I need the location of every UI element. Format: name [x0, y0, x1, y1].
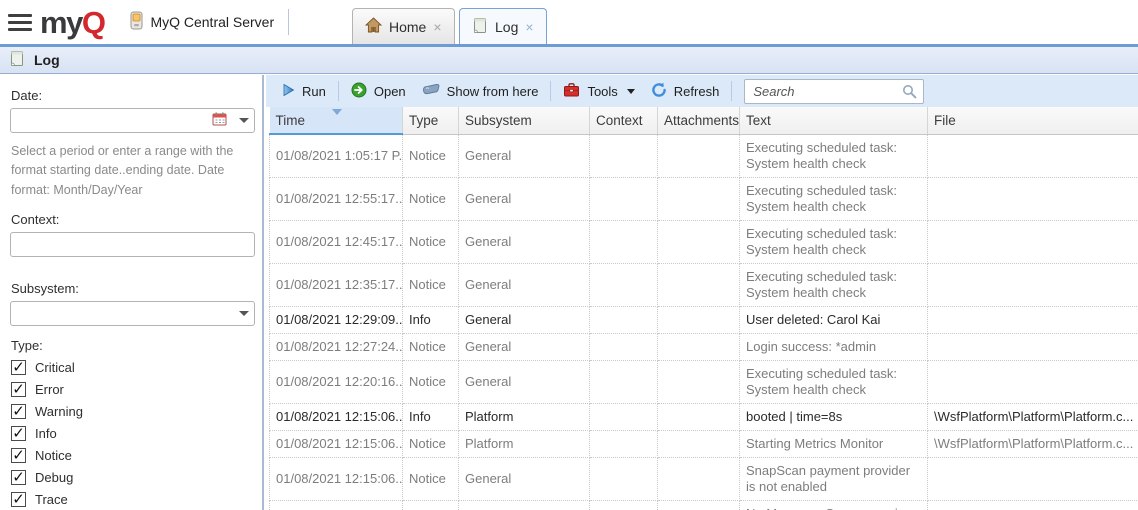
search-input[interactable]	[744, 79, 924, 104]
table-row[interactable]: 01/08/2021 12:15:06...InfoPlatformbooted…	[270, 403, 1138, 430]
topbar-divider	[288, 9, 289, 35]
close-icon[interactable]: ×	[525, 20, 533, 34]
date-help-text: Select a period or enter a range with th…	[11, 142, 253, 200]
sort-desc-icon	[332, 109, 342, 115]
filter-panel: Date: Select a period or enter a range w…	[0, 75, 264, 510]
toolbar-separator	[338, 81, 339, 101]
run-button[interactable]: Run	[274, 80, 334, 103]
type-option-warning[interactable]: ✓ Warning	[11, 404, 252, 419]
open-button[interactable]: Open	[343, 79, 414, 104]
checkbox-checked[interactable]: ✓	[11, 492, 26, 507]
show-from-here-button[interactable]: Show from here	[414, 80, 547, 102]
server-icon	[130, 11, 143, 33]
checkbox-checked[interactable]: ✓	[11, 404, 26, 419]
checkbox-checked[interactable]: ✓	[11, 470, 26, 485]
column-header-subsystem[interactable]: Subsystem	[459, 107, 590, 134]
table-row[interactable]: 01/08/2021 1:05:17 P...NoticeGeneralExec…	[270, 134, 1138, 177]
type-option-info[interactable]: ✓ Info	[11, 426, 252, 441]
column-header-attachments[interactable]: Attachments	[658, 107, 740, 134]
toolbar-separator	[731, 81, 732, 101]
tab-home[interactable]: Home ×	[352, 8, 455, 44]
checkbox-checked[interactable]: ✓	[11, 448, 26, 463]
server-name-label: MyQ Central Server	[150, 14, 274, 30]
context-input[interactable]	[10, 232, 255, 257]
tab-home-label: Home	[389, 19, 426, 35]
page-title: Log	[34, 52, 60, 68]
type-checkbox-list: ✓ Critical ✓ Error ✓ Warning ✓ Info ✓ No…	[10, 360, 252, 507]
page-title-bar: Log	[0, 47, 1138, 74]
column-header-text[interactable]: Text	[740, 107, 928, 134]
table-header-row: Time Type Subsystem Context Attachments …	[270, 107, 1138, 134]
toolbox-icon	[563, 82, 580, 100]
close-icon[interactable]: ×	[433, 20, 441, 34]
top-bar: myQ MyQ Central Server Home × Log ×	[0, 0, 1138, 44]
date-label: Date:	[11, 88, 252, 103]
table-row[interactable]: 01/08/2021 12:35:17...NoticeGeneralExecu…	[270, 263, 1138, 306]
log-main-area: Run Open Show from here Tools	[266, 75, 1138, 510]
type-label: Type:	[11, 338, 252, 353]
menu-icon[interactable]	[8, 14, 32, 31]
tools-button[interactable]: Tools	[555, 79, 642, 103]
table-row[interactable]: 01/08/2021 12:55:17...NoticeGeneralExecu…	[270, 177, 1138, 220]
log-page-icon	[472, 17, 488, 37]
log-table: Time Type Subsystem Context Attachments …	[269, 107, 1138, 510]
server-chip: MyQ Central Server	[130, 11, 274, 33]
tab-log-label: Log	[495, 19, 518, 35]
calendar-icon[interactable]	[212, 112, 227, 129]
chevron-down-icon	[627, 89, 635, 94]
column-header-type[interactable]: Type	[403, 107, 459, 134]
table-row[interactable]: 01/08/2021 12:20:16...NoticeGeneralExecu…	[270, 360, 1138, 403]
table-row[interactable]: 01/08/2021 12:29:09...InfoGeneralUser de…	[270, 306, 1138, 333]
table-row[interactable]: 01/08/2021 12:15:06...NoticePlatformStar…	[270, 430, 1138, 457]
table-search	[744, 79, 924, 104]
myq-logo: myQ	[40, 7, 104, 38]
type-option-error[interactable]: ✓ Error	[11, 382, 252, 397]
table-row[interactable]: 01/08/2021 12:15:06...NoticeGeneralSnapS…	[270, 457, 1138, 500]
column-header-time[interactable]: Time	[270, 107, 403, 134]
log-toolbar: Run Open Show from here Tools	[266, 75, 1138, 107]
refresh-button[interactable]: Refresh	[643, 79, 728, 104]
type-option-trace[interactable]: ✓ Trace	[11, 492, 252, 507]
type-option-notice[interactable]: ✓ Notice	[11, 448, 252, 463]
home-icon	[365, 17, 382, 36]
toolbar-separator	[550, 81, 551, 101]
column-header-context[interactable]: Context	[590, 107, 658, 134]
table-row[interactable]: 01/08/2021 12:15:06...NoticePlatformMess…	[270, 500, 1138, 510]
refresh-icon	[651, 82, 667, 101]
checkbox-checked[interactable]: ✓	[11, 360, 26, 375]
tab-log[interactable]: Log ×	[459, 8, 547, 44]
green-arrow-circle-icon	[351, 82, 367, 101]
checkbox-checked[interactable]: ✓	[11, 426, 26, 441]
play-icon	[282, 83, 295, 100]
checkbox-checked[interactable]: ✓	[11, 382, 26, 397]
table-row[interactable]: 01/08/2021 12:45:17...NoticeGeneralExecu…	[270, 220, 1138, 263]
magnifier-icon	[902, 84, 917, 99]
type-option-debug[interactable]: ✓ Debug	[11, 470, 252, 485]
log-page-icon	[9, 50, 25, 70]
pointer-icon	[422, 83, 440, 99]
chevron-down-icon[interactable]	[239, 118, 249, 123]
type-option-critical[interactable]: ✓ Critical	[11, 360, 252, 375]
subsystem-label: Subsystem:	[11, 281, 252, 296]
column-header-file[interactable]: File	[928, 107, 1138, 134]
chevron-down-icon[interactable]	[239, 311, 249, 316]
table-row[interactable]: 01/08/2021 12:27:24...NoticeGeneralLogin…	[270, 333, 1138, 360]
subsystem-select[interactable]	[10, 301, 255, 326]
context-label: Context:	[11, 212, 252, 227]
